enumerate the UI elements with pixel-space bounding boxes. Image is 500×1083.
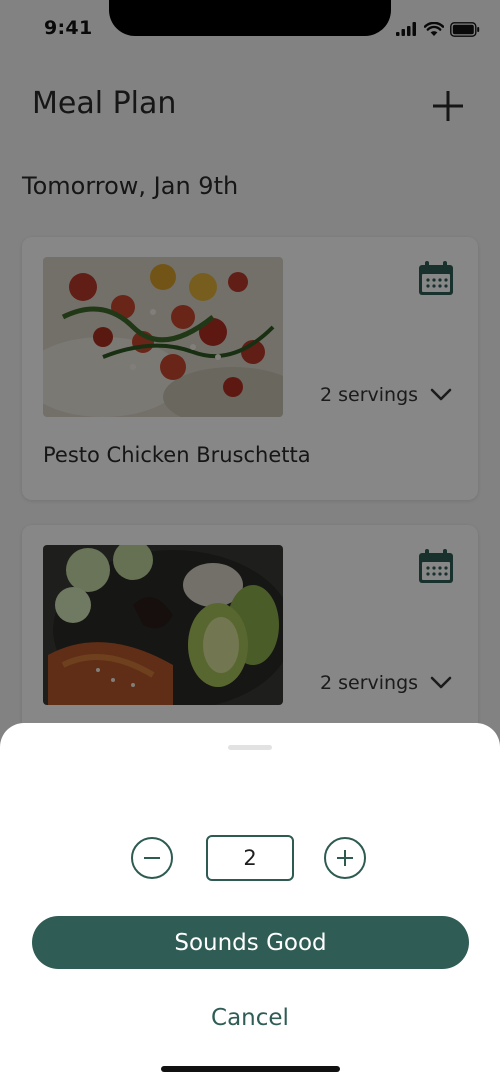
cancel-button[interactable]: Cancel (150, 1000, 350, 1036)
minus-icon (144, 857, 160, 859)
home-indicator (161, 1066, 340, 1072)
servings-quantity-field[interactable]: 2 (206, 835, 294, 881)
servings-stepper: 2 (131, 835, 369, 881)
plus-icon (337, 850, 353, 866)
meal-plan-screen: 9:41 Meal Plan Tomorrow, Jan 9th 2 servi… (0, 0, 500, 1083)
sounds-good-button[interactable]: Sounds Good (32, 916, 469, 969)
decrease-servings-button[interactable] (131, 837, 173, 879)
increase-servings-button[interactable] (324, 837, 366, 879)
servings-bottom-sheet: 2 Sounds Good Cancel (0, 723, 500, 1083)
sheet-drag-handle[interactable] (228, 745, 272, 750)
